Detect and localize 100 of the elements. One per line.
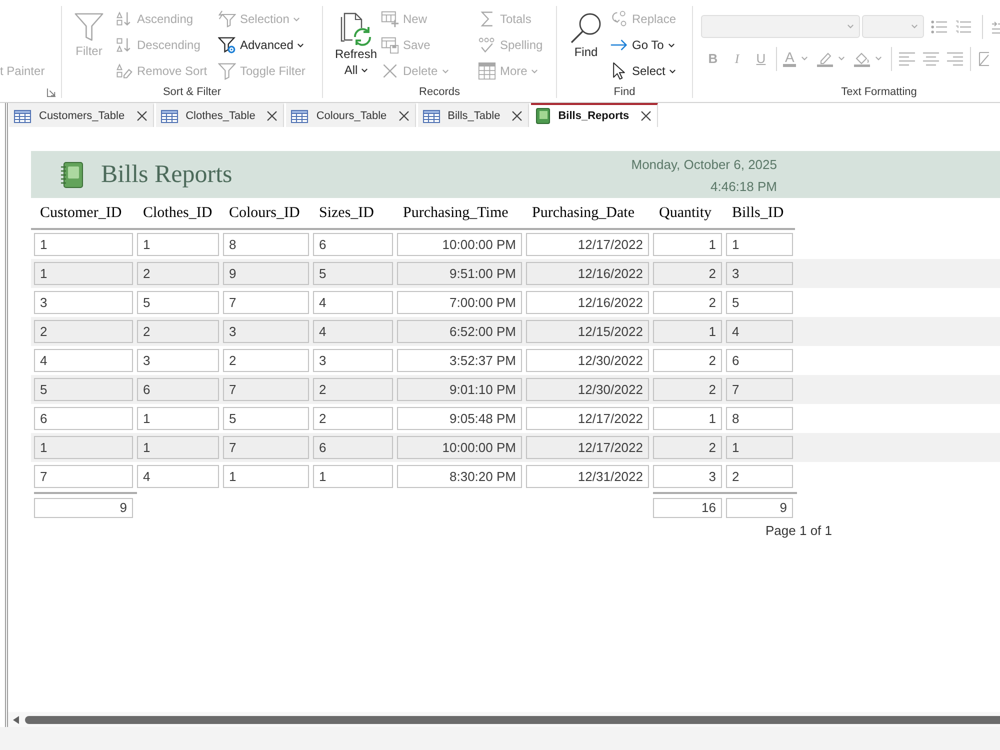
table-cell: 2 — [653, 378, 722, 401]
table-cell: 2 — [653, 436, 722, 459]
table-cell: 2 — [653, 349, 722, 372]
table-cell: 2 — [313, 407, 393, 430]
table-disk-icon — [381, 36, 399, 54]
close-icon[interactable] — [136, 111, 147, 121]
table-cell: 4 — [726, 320, 793, 343]
table-cell: 6 — [726, 349, 793, 372]
table-cell: 6 — [137, 378, 219, 401]
table-cell: 8 — [223, 233, 309, 256]
align-left-icon[interactable] — [899, 52, 916, 66]
table-cell: 12/15/2022 — [526, 320, 649, 343]
close-icon[interactable] — [641, 111, 652, 121]
table-cell: 3:52:37 PM — [397, 349, 522, 372]
align-center-icon[interactable] — [923, 52, 940, 66]
document-tab[interactable]: Clothes_Table — [156, 103, 284, 127]
close-icon[interactable] — [398, 111, 409, 121]
table-cell: 12/30/2022 — [526, 349, 649, 372]
remove-sort-icon — [115, 62, 133, 80]
document-tab[interactable]: Bills_Table — [418, 103, 530, 127]
grid-icon — [478, 62, 496, 80]
table-cell: 1 — [34, 262, 133, 285]
total-cell: 9 — [34, 498, 133, 518]
caret-icon — [875, 56, 882, 61]
funnel-icon — [74, 11, 104, 43]
sort-descending-icon — [115, 36, 133, 54]
table-cell: 2 — [653, 291, 722, 314]
table-cell: 7 — [223, 436, 309, 459]
table-cell: 12/17/2022 — [526, 407, 649, 430]
dialog-launcher-icon[interactable] — [47, 88, 56, 96]
table-cell: 1 — [313, 465, 393, 488]
close-icon[interactable] — [512, 111, 522, 121]
group-label: Sort & Filter — [162, 86, 222, 98]
total-cell: 16 — [653, 498, 722, 518]
funnel-icon — [218, 62, 236, 80]
document-tab[interactable]: Bills_Reports — [531, 103, 658, 127]
column-header: Purchasing_Time — [402, 204, 510, 222]
square-diagonal-icon[interactable] — [979, 52, 990, 66]
table-cell: 1 — [137, 407, 219, 430]
document-tab[interactable]: Colours_Table — [286, 103, 416, 127]
table-cell: 12/16/2022 — [526, 262, 649, 285]
refresh-all-button[interactable]: Refresh All — [333, 6, 379, 78]
page-number: Page 1 of 1 — [766, 523, 832, 538]
table-icon — [14, 110, 31, 122]
table-cell: 1 — [653, 320, 722, 343]
table-cell: 2 — [313, 378, 393, 401]
column-header: Purchasing_Date — [531, 204, 636, 222]
table-cell: 12/16/2022 — [526, 291, 649, 314]
horizontal-scrollbar[interactable] — [8, 712, 1000, 727]
table-cell: 1 — [34, 233, 133, 256]
table-cell: 4 — [137, 465, 219, 488]
select-button[interactable]: Select — [610, 58, 676, 84]
column-header: Clothes_ID — [142, 204, 214, 222]
table-cell: 2 — [653, 262, 722, 285]
table-cell: 6 — [34, 407, 133, 430]
column-header: Quantity — [658, 204, 712, 222]
table-cell: 3 — [137, 349, 219, 372]
table-cell: 9:01:10 PM — [397, 378, 522, 401]
table-cell: 5 — [223, 407, 309, 430]
table-cell: 9:51:00 PM — [397, 262, 522, 285]
table-cell: 8:30:20 PM — [397, 465, 522, 488]
scrollbar-thumb[interactable] — [25, 716, 1000, 724]
report-time: 4:46:18 PM — [710, 178, 777, 196]
table-cell: 3 — [653, 465, 722, 488]
column-header: Customer_ID — [39, 204, 123, 222]
search-icon — [570, 12, 602, 44]
scroll-left-icon[interactable] — [13, 716, 19, 724]
numbered-list-icon[interactable] — [955, 20, 971, 34]
table-cell: 3 — [223, 320, 309, 343]
table-cell: 12/31/2022 — [526, 465, 649, 488]
report-icon — [536, 108, 550, 124]
caret-icon — [801, 56, 808, 61]
bulleted-list-icon[interactable] — [931, 20, 947, 34]
table-cell: 10:00:00 PM — [397, 233, 522, 256]
table-cell: 12/17/2022 — [526, 436, 649, 459]
table-cell: 5 — [34, 378, 133, 401]
table-cell: 7:00:00 PM — [397, 291, 522, 314]
table-cell: 2 — [137, 320, 219, 343]
table-cell: 1 — [653, 233, 722, 256]
table-cell: 12/30/2022 — [526, 378, 649, 401]
group-label: Find — [614, 86, 636, 98]
find-button[interactable]: Find — [568, 6, 604, 60]
total-cell: 9 — [726, 498, 793, 518]
document-refresh-icon — [340, 12, 372, 46]
group-label: Records — [419, 86, 460, 98]
table-cell: 2 — [726, 465, 793, 488]
align-right-icon[interactable] — [947, 52, 964, 66]
table-icon — [160, 110, 178, 122]
cursor-arrow-icon — [610, 62, 628, 80]
document-tab[interactable]: Customers_Table — [9, 103, 154, 127]
close-icon[interactable] — [267, 111, 278, 121]
column-header: Sizes_ID — [318, 204, 375, 222]
caret-icon — [838, 56, 846, 61]
table-cell: 3 — [313, 349, 393, 372]
advanced-filter-button[interactable]: Advanced — [218, 32, 306, 58]
paint-bucket-icon — [854, 50, 870, 66]
table-cell: 6 — [313, 233, 393, 256]
sort-ascending-icon — [115, 10, 133, 28]
report-title: Bills Reports — [101, 160, 232, 188]
go-to-button[interactable]: Go To — [610, 32, 676, 58]
